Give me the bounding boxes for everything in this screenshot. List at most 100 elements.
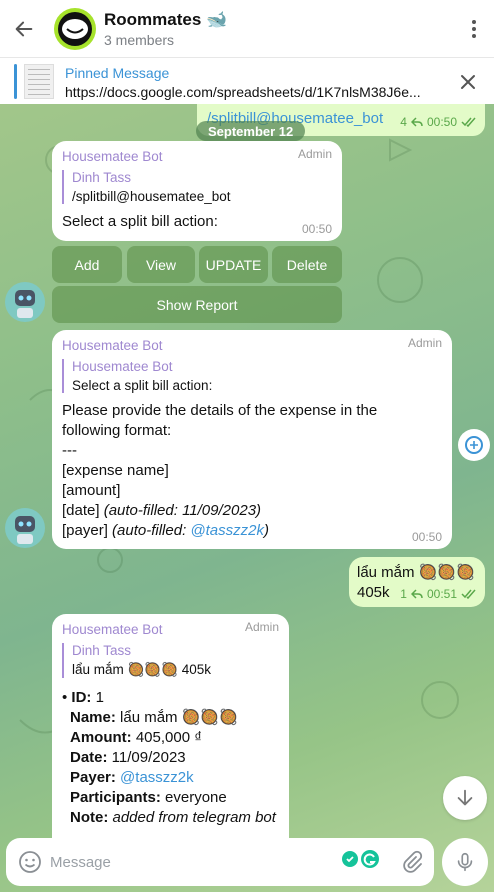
voice-message-button[interactable]	[442, 838, 488, 886]
reply-text: lẩu mắm 🥘🥘🥘 405k	[72, 662, 211, 677]
reply-author: Housematee Bot	[72, 359, 173, 374]
payer-label: Payer:	[70, 769, 116, 786]
text-line: Please provide the details of the expens…	[62, 402, 378, 419]
date-autofill: (auto-filled: 11/09/2023)	[103, 502, 262, 519]
reply-arrow-icon	[410, 117, 423, 127]
detail-line: Name: lẩu mắm 🥘🥘🥘	[62, 708, 279, 728]
id-label: ID:	[71, 689, 92, 706]
reply-text: Select a split bill action:	[72, 378, 213, 393]
more-vertical-icon	[472, 19, 476, 38]
chat-title[interactable]: Roommates 🐋	[104, 10, 454, 30]
amount-value: 405,000 ₫	[131, 729, 202, 746]
payer-autofill: (auto-filled:	[112, 522, 191, 539]
pinned-message-bar[interactable]: Pinned Message https://docs.google.com/s…	[0, 57, 494, 104]
scroll-to-bottom-button[interactable]	[443, 776, 487, 820]
message-time: 00:50	[426, 115, 457, 129]
date-separator: September 12	[196, 121, 306, 141]
reply-arrow-icon	[410, 589, 423, 599]
close-icon	[461, 75, 475, 89]
reply-text: /splitbill@housematee_bot	[72, 189, 231, 204]
amount-label: Amount:	[70, 729, 132, 746]
detail-line: Payer: @tasszz2k	[62, 768, 279, 788]
view-button[interactable]: View	[127, 246, 195, 283]
admin-badge: Admin	[407, 336, 442, 350]
expense-details: • ID: 1 Name: lẩu mắm 🥘🥘🥘 Amount: 405,00…	[62, 688, 279, 828]
back-button[interactable]	[0, 0, 48, 57]
member-count: 3 members	[104, 31, 175, 48]
arrow-down-icon	[457, 789, 473, 806]
text-line: following format:	[62, 422, 172, 439]
emoji-icon[interactable]	[18, 850, 42, 874]
detail-line: Amount: 405,000 ₫	[62, 728, 279, 748]
text-line: ---	[62, 442, 77, 459]
add-button[interactable]: Add	[52, 246, 122, 283]
text-line: [payer] (auto-filled: @tasszz2k)	[62, 521, 442, 541]
sender-name[interactable]: Housematee Bot	[62, 149, 332, 164]
message-composer	[6, 838, 434, 886]
admin-badge: Admin	[297, 147, 332, 161]
paperclip-icon[interactable]	[400, 850, 424, 874]
detail-line: Participants: everyone	[62, 788, 279, 808]
message-time: 00:51	[426, 587, 457, 601]
group-avatar[interactable]	[54, 7, 96, 50]
double-check-icon	[461, 117, 476, 127]
delete-button[interactable]: Delete	[272, 246, 342, 283]
more-menu-button[interactable]	[454, 0, 494, 57]
text-line: [date] (auto-filled: 11/09/2023)	[62, 501, 442, 521]
message-time: 00:50	[411, 530, 442, 544]
pinned-title: Pinned Message	[65, 65, 170, 81]
name-label: Name:	[70, 709, 116, 726]
participants-value: everyone	[160, 789, 227, 806]
payer-field: [payer]	[62, 522, 113, 539]
chatgpt-button[interactable]	[458, 429, 490, 461]
message-text: Select a split bill action:	[62, 213, 218, 230]
smiley-face-icon	[58, 11, 92, 46]
pinned-url[interactable]: https://docs.google.com/spreadsheets/d/1…	[65, 84, 445, 100]
date-field: [date]	[62, 502, 104, 519]
update-button[interactable]: UPDATE	[199, 246, 268, 283]
double-check-icon	[461, 589, 476, 599]
id-value: 1	[91, 689, 104, 706]
reply-quote[interactable]: Housematee Bot Select a split bill actio…	[62, 359, 442, 393]
reply-count: 1	[400, 587, 407, 601]
user-mention[interactable]: @tasszz2k	[120, 769, 194, 786]
reply-quote[interactable]: Dinh Tass lẩu mắm 🥘🥘🥘 405k	[62, 643, 279, 678]
bot-message[interactable]: Housematee Bot Admin Dinh Tass lẩu mắm 🥘…	[52, 614, 289, 838]
arrow-left-icon	[15, 21, 33, 36]
message-input[interactable]	[50, 851, 320, 873]
grammarly-icon[interactable]	[340, 848, 380, 870]
text-line: [expense name]	[62, 462, 169, 479]
message-text: lẩu mắm 🥘🥘🥘	[357, 564, 475, 581]
outgoing-message[interactable]: lẩu mắm 🥘🥘🥘 405k 1 00:51	[349, 557, 485, 607]
user-mention[interactable]: @tasszz2k	[190, 522, 264, 539]
reply-author: Dinh Tass	[72, 170, 132, 185]
detail-line: Date: 11/09/2023	[62, 748, 279, 768]
close-pinned-button[interactable]	[456, 70, 480, 94]
text-line: [amount]	[62, 482, 121, 499]
spreadsheet-thumbnail	[24, 64, 54, 99]
openai-icon	[465, 436, 483, 454]
reply-count: 4	[400, 115, 407, 129]
detail-line: Note: added from telegram bot	[62, 808, 279, 828]
message-text: Please provide the details of the expens…	[62, 401, 442, 541]
participants-label: Participants:	[70, 789, 161, 806]
robot-icon	[15, 290, 35, 318]
sender-name[interactable]: Housematee Bot	[62, 338, 442, 353]
bot-avatar[interactable]	[5, 508, 45, 548]
message-time: 00:50	[301, 222, 332, 236]
microphone-icon	[457, 852, 473, 872]
chat-header: Roommates 🐋 3 members	[0, 0, 494, 57]
show-report-button[interactable]: Show Report	[52, 286, 342, 323]
note-value: added from telegram bot	[112, 809, 276, 826]
robot-icon	[15, 516, 35, 544]
bot-message[interactable]: Housematee Bot Admin Dinh Tass /splitbil…	[52, 141, 342, 241]
date-value: 11/09/2023	[107, 749, 186, 766]
bot-avatar[interactable]	[5, 282, 45, 322]
pinned-indicator	[14, 64, 17, 99]
reply-quote[interactable]: Dinh Tass /splitbill@housematee_bot	[62, 170, 332, 204]
note-label: Note:	[70, 809, 109, 826]
name-value: lẩu mắm 🥘🥘🥘	[115, 709, 238, 726]
date-label: Date:	[70, 749, 108, 766]
admin-badge: Admin	[244, 620, 279, 634]
bot-message[interactable]: Housematee Bot Admin Housematee Bot Sele…	[52, 330, 452, 549]
